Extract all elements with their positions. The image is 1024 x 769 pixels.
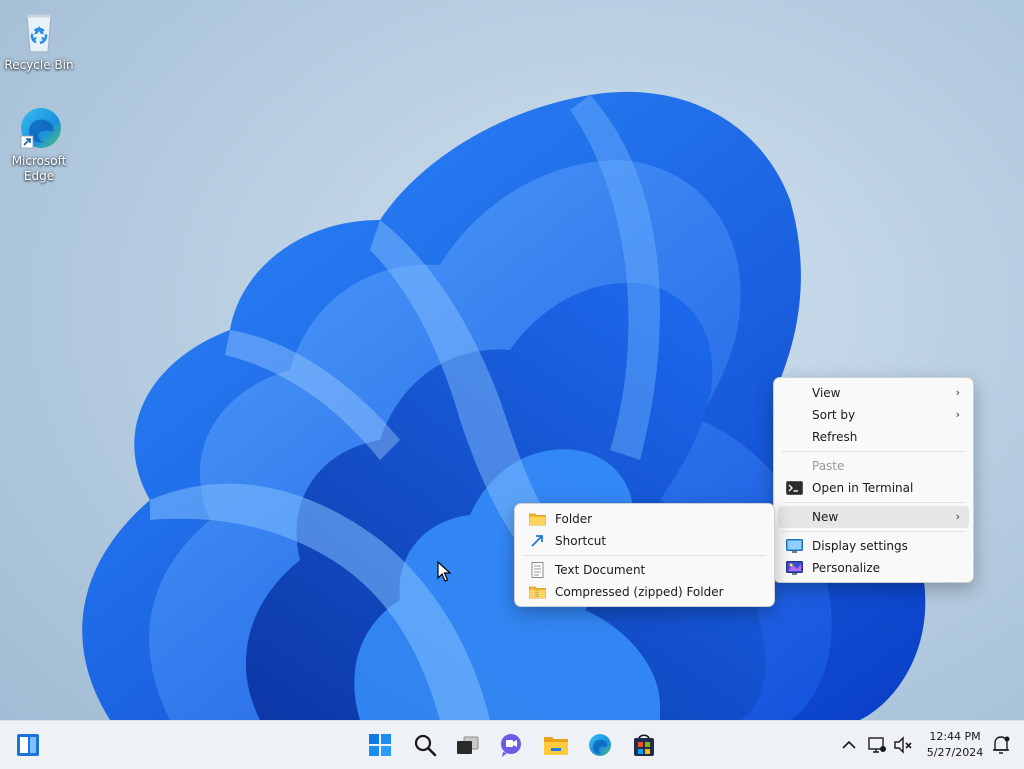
task-view-icon bbox=[450, 736, 484, 766]
menu-item-refresh-label: Refresh bbox=[812, 430, 858, 444]
desktop-context-menu: View › Sort by › Refresh Paste Open in T… bbox=[773, 377, 974, 583]
folder-icon bbox=[529, 511, 546, 527]
clock-date: 5/27/2024 bbox=[926, 746, 984, 759]
menu-item-view[interactable]: View › bbox=[778, 382, 969, 404]
edge-icon bbox=[15, 104, 63, 152]
menu-item-paste: Paste bbox=[778, 455, 969, 477]
edge-label: Microsoft Edge bbox=[11, 154, 67, 183]
recycle-bin-icon bbox=[15, 8, 63, 56]
menu-item-personalize[interactable]: Personalize bbox=[778, 557, 969, 579]
menu-item-refresh[interactable]: Refresh bbox=[778, 426, 969, 448]
search-icon bbox=[408, 734, 442, 766]
notification-bell-icon bbox=[988, 736, 1014, 766]
task-view-button[interactable] bbox=[450, 728, 484, 762]
taskbar: 12:44 PM 5/27/2024 bbox=[0, 720, 1024, 769]
terminal-icon bbox=[786, 480, 803, 496]
menu-item-open-in-terminal-label: Open in Terminal bbox=[812, 481, 914, 495]
chevron-up-icon bbox=[836, 740, 862, 766]
menu-item-sort-by[interactable]: Sort by › bbox=[778, 404, 969, 426]
chevron-right-icon: › bbox=[955, 386, 960, 399]
clock-time: 12:44 PM bbox=[929, 730, 981, 743]
submenu-item-compressed-folder[interactable]: Compressed (zipped) Folder bbox=[519, 581, 770, 603]
volume-muted-icon bbox=[890, 736, 916, 766]
menu-item-open-in-terminal[interactable]: Open in Terminal bbox=[778, 477, 969, 499]
network-icon bbox=[864, 737, 890, 766]
menu-item-new-label: New bbox=[812, 510, 839, 524]
chat-icon bbox=[494, 734, 528, 766]
menu-item-personalize-label: Personalize bbox=[812, 561, 881, 575]
chevron-right-icon: › bbox=[955, 408, 960, 421]
chevron-right-icon: › bbox=[955, 510, 960, 523]
menu-separator bbox=[782, 531, 965, 532]
menu-separator bbox=[782, 502, 965, 503]
menu-item-display-settings[interactable]: Display settings bbox=[778, 535, 969, 557]
show-hidden-icons-button[interactable] bbox=[836, 728, 862, 762]
network-button[interactable] bbox=[864, 728, 890, 762]
mouse-cursor-icon bbox=[437, 561, 451, 582]
store-button[interactable] bbox=[627, 728, 661, 762]
store-icon bbox=[627, 734, 661, 766]
menu-item-view-label: View bbox=[812, 386, 841, 400]
start-button[interactable] bbox=[363, 728, 397, 762]
widgets-icon bbox=[11, 734, 45, 766]
zip-folder-icon bbox=[529, 584, 546, 600]
widgets-button[interactable] bbox=[11, 728, 45, 762]
file-explorer-icon bbox=[539, 737, 573, 766]
personalize-icon bbox=[786, 560, 803, 576]
submenu-item-text-document-label: Text Document bbox=[555, 563, 646, 577]
new-submenu: Folder Shortcut Text Document Compressed bbox=[514, 503, 775, 607]
clock[interactable]: 12:44 PM 5/27/2024 bbox=[918, 729, 992, 761]
menu-item-paste-label: Paste bbox=[812, 459, 845, 473]
menu-item-sort-by-label: Sort by bbox=[812, 408, 856, 422]
edge-desktop-shortcut[interactable]: Microsoft Edge bbox=[3, 104, 75, 184]
file-explorer-button[interactable] bbox=[539, 728, 573, 762]
text-document-icon bbox=[529, 562, 546, 578]
menu-item-display-settings-label: Display settings bbox=[812, 539, 908, 553]
submenu-item-folder-label: Folder bbox=[555, 512, 593, 526]
chat-button[interactable] bbox=[494, 728, 528, 762]
edge-icon bbox=[583, 734, 617, 766]
display-icon bbox=[786, 538, 803, 554]
shortcut-icon bbox=[529, 533, 546, 549]
menu-separator bbox=[523, 555, 766, 556]
menu-item-new[interactable]: New › bbox=[778, 506, 969, 528]
submenu-item-shortcut[interactable]: Shortcut bbox=[519, 530, 770, 552]
menu-separator bbox=[782, 451, 965, 452]
wallpaper-bloom bbox=[82, 91, 926, 720]
submenu-item-text-document[interactable]: Text Document bbox=[519, 559, 770, 581]
volume-button[interactable] bbox=[890, 728, 916, 762]
edge-taskbar-button[interactable] bbox=[583, 728, 617, 762]
recycle-bin-desktop-icon[interactable]: Recycle Bin bbox=[3, 8, 75, 73]
search-button[interactable] bbox=[408, 728, 442, 762]
submenu-item-compressed-folder-label: Compressed (zipped) Folder bbox=[555, 585, 724, 599]
start-icon bbox=[363, 734, 397, 766]
notifications-button[interactable] bbox=[988, 728, 1014, 762]
submenu-item-folder[interactable]: Folder bbox=[519, 508, 770, 530]
recycle-bin-label: Recycle Bin bbox=[4, 58, 74, 72]
submenu-item-shortcut-label: Shortcut bbox=[555, 534, 607, 548]
